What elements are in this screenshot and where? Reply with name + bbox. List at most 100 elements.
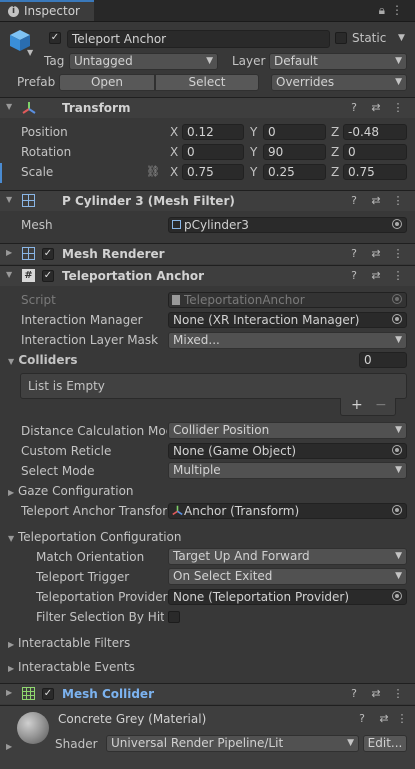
mesh-filter-header[interactable]: ▼ P Cylinder 3 (Mesh Filter) ? ⇄ ⋮: [0, 190, 415, 211]
preset-icon[interactable]: ⇄: [373, 712, 395, 725]
position-z-label[interactable]: Z: [331, 125, 339, 139]
help-icon[interactable]: ?: [343, 269, 365, 282]
layer-dropdown[interactable]: Default ▼: [269, 53, 407, 70]
gaze-configuration-foldout[interactable]: ▶ Gaze Configuration: [8, 484, 134, 498]
object-picker-icon[interactable]: [392, 505, 402, 515]
component-enabled-checkbox[interactable]: ✓: [42, 688, 54, 700]
rotation-z-label[interactable]: Z: [331, 145, 339, 159]
gameobject-icon-dropdown[interactable]: ▼: [27, 48, 33, 57]
scale-x-field[interactable]: 0.75: [182, 164, 244, 180]
scale-y-label[interactable]: Y: [250, 165, 257, 179]
foldout-arrow-icon[interactable]: ▶: [6, 688, 12, 697]
component-enabled-checkbox[interactable]: ✓: [42, 248, 54, 260]
add-element-button[interactable]: +: [351, 397, 363, 413]
object-picker-icon[interactable]: [392, 314, 402, 324]
kebab-menu-icon[interactable]: ⋮: [395, 712, 409, 725]
material-section: ▶ Concrete Grey (Material) ? ⇄ ⋮ Shader Un…: [0, 705, 415, 769]
chevron-down-icon: ▼: [206, 56, 213, 66]
list-footer: + −: [340, 397, 396, 416]
colliders-count-field[interactable]: 0: [359, 352, 407, 368]
distance-calculation-dropdown[interactable]: Collider Position ▼: [168, 422, 407, 439]
interaction-manager-field[interactable]: None (XR Interaction Manager): [168, 312, 407, 328]
object-picker-icon[interactable]: [392, 591, 402, 601]
position-y-label[interactable]: Y: [250, 125, 257, 139]
foldout-arrow-icon[interactable]: ▼: [6, 195, 12, 204]
object-picker-icon[interactable]: [392, 219, 402, 229]
transform-header[interactable]: ▼ Transform ? ⇄ ⋮: [0, 97, 415, 118]
teleport-trigger-dropdown[interactable]: On Select Exited ▼: [168, 568, 407, 585]
static-checkbox[interactable]: [335, 32, 347, 44]
object-name-field[interactable]: Teleport Anchor: [67, 30, 330, 48]
rotation-z-field[interactable]: 0: [343, 144, 407, 160]
help-icon[interactable]: ?: [343, 247, 365, 260]
preset-icon[interactable]: ⇄: [365, 194, 387, 207]
scale-z-field[interactable]: 0.75: [343, 164, 407, 180]
colliders-foldout[interactable]: ▼ Colliders: [8, 353, 78, 367]
position-x-label[interactable]: X: [170, 125, 178, 139]
rotation-y-field[interactable]: 90: [263, 144, 326, 160]
component-enabled-checkbox[interactable]: ✓: [42, 270, 54, 282]
foldout-arrow-icon: ▶: [8, 488, 15, 497]
preset-icon[interactable]: ⇄: [365, 247, 387, 260]
mesh-renderer-icon: [22, 247, 35, 260]
custom-reticle-field[interactable]: None (Game Object): [168, 443, 407, 459]
position-z-field[interactable]: -0.48: [343, 124, 407, 140]
select-mode-dropdown[interactable]: Multiple ▼: [168, 462, 407, 479]
help-icon[interactable]: ?: [343, 687, 365, 700]
kebab-menu-icon[interactable]: ⋮: [387, 247, 409, 260]
lock-icon[interactable]: 🔒︎: [379, 3, 391, 17]
scale-x-label[interactable]: X: [170, 165, 178, 179]
kebab-menu-icon[interactable]: ⋮: [387, 269, 409, 282]
object-picker-icon[interactable]: [392, 445, 402, 455]
shader-edit-button[interactable]: Edit...: [363, 735, 407, 752]
interactable-filters-foldout[interactable]: ▶ Interactable Filters: [8, 636, 130, 650]
help-icon[interactable]: ?: [343, 101, 365, 114]
layer-mask-dropdown[interactable]: Mixed... ▼: [168, 332, 407, 349]
preset-icon[interactable]: ⇄: [365, 687, 387, 700]
filter-selection-checkbox[interactable]: [168, 611, 180, 623]
component-title: P Cylinder 3 (Mesh Filter): [62, 194, 235, 208]
foldout-arrow-icon[interactable]: ▶: [6, 248, 12, 257]
teleportation-anchor-header[interactable]: ▼ # ✓ Teleportation Anchor ? ⇄ ⋮: [0, 265, 415, 286]
teleportation-configuration-foldout[interactable]: ▼ Teleportation Configuration: [8, 530, 182, 544]
preset-icon[interactable]: ⇄: [365, 101, 387, 114]
kebab-menu-icon[interactable]: ⋮: [387, 687, 409, 700]
scale-y-field[interactable]: 0.25: [263, 164, 326, 180]
match-orientation-dropdown[interactable]: Target Up And Forward ▼: [168, 548, 407, 565]
mesh-object-field[interactable]: pCylinder3: [168, 217, 407, 233]
prefab-select-button[interactable]: Select: [155, 74, 259, 91]
chevron-down-icon: ▼: [395, 335, 402, 345]
scale-z-label[interactable]: Z: [331, 165, 339, 179]
shader-dropdown[interactable]: Universal Render Pipeline/Lit ▼: [106, 735, 359, 752]
overrides-dropdown[interactable]: Overrides ▼: [271, 74, 407, 91]
anchor-transform-field[interactable]: Anchor (Transform): [168, 503, 407, 519]
remove-element-button[interactable]: −: [375, 397, 387, 413]
help-icon[interactable]: ?: [343, 194, 365, 207]
constrain-proportions-icon[interactable]: ⛓: [146, 165, 160, 178]
rotation-y-label[interactable]: Y: [250, 145, 257, 159]
position-x-field[interactable]: 0.12: [182, 124, 244, 140]
preset-icon[interactable]: ⇄: [365, 269, 387, 282]
prefab-open-button[interactable]: Open: [59, 74, 155, 91]
kebab-menu-icon[interactable]: ⋮: [391, 3, 409, 17]
rotation-x-field[interactable]: 0: [182, 144, 244, 160]
teleportation-provider-field[interactable]: None (Teleportation Provider): [168, 589, 407, 605]
help-icon[interactable]: ?: [351, 712, 373, 725]
foldout-arrow-icon[interactable]: ▼: [6, 270, 12, 279]
component-header-icons: ? ⇄ ⋮: [343, 101, 409, 114]
rotation-x-label[interactable]: X: [170, 145, 178, 159]
active-checkbox[interactable]: ✓: [49, 32, 61, 44]
kebab-menu-icon[interactable]: ⋮: [387, 194, 409, 207]
interactable-events-foldout[interactable]: ▶ Interactable Events: [8, 660, 135, 674]
kebab-menu-icon[interactable]: ⋮: [387, 101, 409, 114]
scale-label: Scale: [21, 165, 54, 179]
tab-inspector[interactable]: i Inspector: [0, 0, 94, 21]
mesh-collider-header[interactable]: ▶ ✓ Mesh Collider ? ⇄ ⋮: [0, 683, 415, 704]
position-y-field[interactable]: 0: [263, 124, 326, 140]
tag-dropdown[interactable]: Untagged ▼: [69, 53, 218, 70]
material-foldout-arrow-icon[interactable]: ▶: [6, 742, 12, 751]
static-dropdown-icon[interactable]: ▼: [398, 33, 405, 43]
foldout-arrow-icon[interactable]: ▼: [6, 102, 12, 111]
tag-label: Tag: [44, 54, 65, 68]
mesh-renderer-header[interactable]: ▶ ✓ Mesh Renderer ? ⇄ ⋮: [0, 243, 415, 264]
